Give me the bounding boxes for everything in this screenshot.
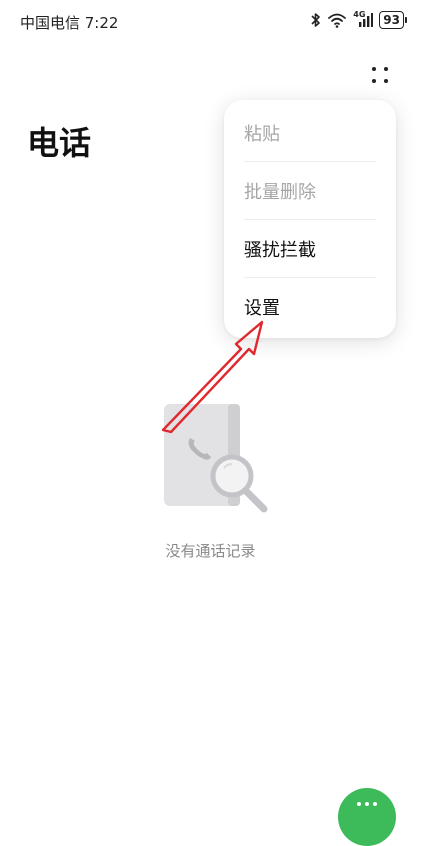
status-bar: 中国电信 7:22 4G 93 xyxy=(0,0,421,44)
network-type-label: 4G xyxy=(353,10,366,19)
status-icons: 4G 93 xyxy=(310,10,407,29)
menu-item-paste[interactable]: 粘贴 xyxy=(244,104,376,162)
wifi-icon xyxy=(327,12,347,28)
dialpad-dots-icon xyxy=(357,802,377,846)
signal-icon: 4G xyxy=(353,10,374,28)
empty-state-text: 没有通话记录 xyxy=(165,542,256,560)
battery-level: 93 xyxy=(379,11,404,29)
bluetooth-icon xyxy=(310,12,321,28)
menu-item-batch-delete[interactable]: 批量删除 xyxy=(244,162,376,220)
empty-call-log-icon xyxy=(156,398,272,514)
menu-item-harassment-block[interactable]: 骚扰拦截 xyxy=(244,220,376,278)
page-title: 电话 xyxy=(27,124,92,162)
options-popup-menu: 粘贴 批量删除 骚扰拦截 设置 xyxy=(224,100,396,338)
carrier-time: 中国电信 7:22 xyxy=(20,14,119,32)
more-dots-icon xyxy=(372,67,388,83)
battery-icon: 93 xyxy=(379,11,407,29)
dialpad-fab-button[interactable] xyxy=(338,788,396,846)
menu-item-settings[interactable]: 设置 xyxy=(244,278,376,336)
battery-tip xyxy=(405,17,407,23)
more-options-button[interactable] xyxy=(364,62,396,90)
